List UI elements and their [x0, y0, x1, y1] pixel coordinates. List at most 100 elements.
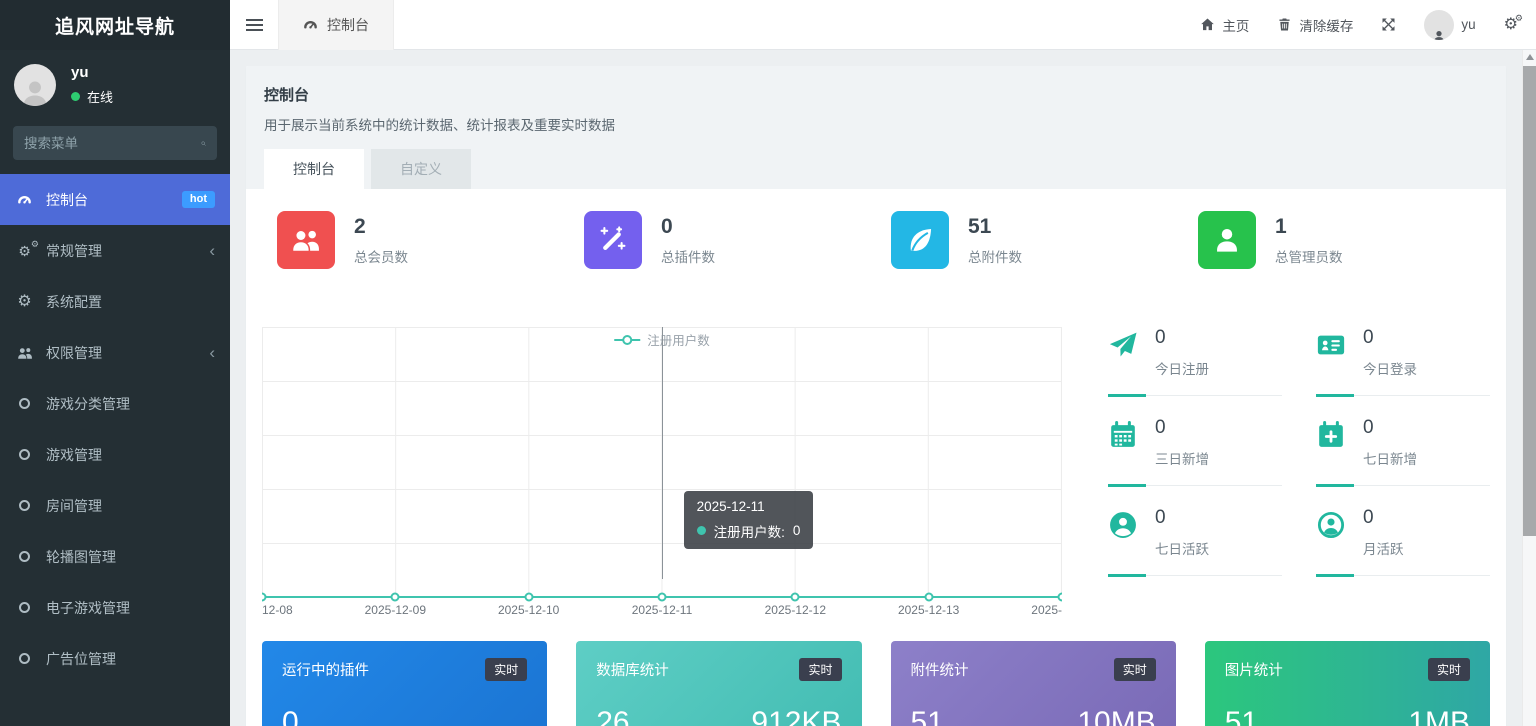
x-tick-label: 2025-12-14	[1031, 603, 1062, 617]
leaf-icon	[891, 211, 949, 269]
stat-label: 总管理员数	[1275, 249, 1343, 265]
user-circle-icon	[1108, 510, 1138, 540]
topbar-tab-label: 控制台	[327, 16, 369, 33]
users-icon	[15, 345, 34, 361]
settings-button[interactable]: ⚙ ⚙	[1504, 13, 1523, 33]
quick-stat-label: 今日注册	[1155, 362, 1209, 377]
realtime-badge: 实时	[799, 658, 842, 681]
dashboard-panel: 控制台 用于展示当前系统中的统计数据、统计报表及重要实时数据 控制台 自定义 2	[246, 66, 1506, 726]
quick-stat-label: 月活跃	[1363, 542, 1404, 557]
chart-point[interactable]	[262, 592, 267, 602]
sidebar-item-label: 轮播图管理	[46, 548, 116, 565]
legend-label: 注册用户数	[647, 334, 710, 348]
sidebar-item-game-category[interactable]: 游戏分类管理	[0, 378, 230, 429]
stat-label: 总插件数	[661, 249, 715, 265]
tooltip-series-label: 注册用户数:	[713, 524, 785, 540]
topbar-tab-dashboard[interactable]: 控制台	[278, 0, 394, 50]
sidebar-search[interactable]	[13, 126, 217, 160]
chart-point[interactable]	[657, 592, 667, 602]
card-size: 1MB	[1408, 706, 1470, 726]
tab-custom[interactable]: 自定义	[371, 149, 471, 189]
sidebar-item-ad-management[interactable]: 广告位管理	[0, 633, 230, 684]
quick-stat-value: 0	[1155, 327, 1166, 348]
id-card-icon	[1316, 330, 1346, 360]
panel-tabs: 控制台 自定义	[264, 149, 1488, 189]
divider	[1108, 574, 1282, 577]
card-count: 26	[596, 706, 630, 726]
topbar-username: yu	[1461, 17, 1476, 32]
search-icon[interactable]	[201, 136, 206, 151]
registered-users-chart: 注册用户数 2025-12-08 20	[262, 327, 1062, 617]
quick-stat-label: 今日登录	[1363, 362, 1417, 377]
panel-body: 2 总会员数 0 总插件数 51 总附件数 1 总管理员数 注册用户数 12-0…	[246, 189, 1506, 726]
chevron-left-icon: ‹	[209, 241, 215, 260]
trash-icon	[1277, 17, 1292, 32]
chart-point[interactable]	[1057, 592, 1062, 602]
stat-total-members: 2 总会员数	[262, 211, 569, 269]
chart-tooltip: 2025-12-11 注册用户数: 0	[683, 490, 814, 549]
quick-stat-month-active: 0 月活跃	[1316, 507, 1490, 597]
home-button[interactable]: 主页	[1200, 15, 1249, 35]
quick-stat-today-logins: 0 今日登录	[1316, 327, 1490, 417]
sidebar-item-egame-management[interactable]: 电子游戏管理	[0, 582, 230, 633]
user-status: 在线	[71, 87, 113, 106]
sidebar: 追风网址导航 yu 在线 控制台 hot ⚙⚙ 常规管理 ‹ ⚙ 系	[0, 0, 230, 726]
stat-value: 0	[661, 214, 673, 238]
scrollbar-thumb[interactable]	[1523, 66, 1536, 536]
user-icon	[1198, 211, 1256, 269]
card-attachment-stats: 附件统计 实时 51 10MB	[890, 641, 1176, 726]
sidebar-user-panel: yu 在线	[0, 50, 230, 116]
sidebar-item-room-management[interactable]: 房间管理	[0, 480, 230, 531]
panel-header: 控制台 用于展示当前系统中的统计数据、统计报表及重要实时数据 控制台 自定义	[246, 66, 1506, 189]
sidebar-item-dashboard[interactable]: 控制台 hot	[0, 174, 230, 225]
card-title: 图片统计	[1224, 663, 1283, 679]
home-label: 主页	[1222, 18, 1250, 34]
chart-point[interactable]	[924, 592, 934, 602]
sidebar-item-label: 游戏分类管理	[46, 395, 130, 412]
person-icon	[1432, 29, 1447, 40]
chart-point[interactable]	[790, 592, 800, 602]
clear-cache-button[interactable]: 清除缓存	[1277, 15, 1353, 35]
card-running-plugins: 运行中的插件 实时 0	[262, 641, 548, 726]
x-tick-label: 2025-12-12	[764, 603, 827, 617]
sidebar-toggle-button[interactable]	[230, 0, 278, 50]
chart-point[interactable]	[390, 592, 400, 602]
sidebar-item-game-management[interactable]: 游戏管理	[0, 429, 230, 480]
users-icon	[277, 211, 335, 269]
chart-point[interactable]	[524, 592, 534, 602]
quick-stat-value: 0	[1363, 507, 1374, 528]
user-avatar	[14, 64, 56, 106]
user-menu[interactable]: yu	[1424, 9, 1476, 40]
card-size: 912KB	[751, 706, 842, 726]
stat-value: 2	[354, 214, 366, 238]
card-title: 运行中的插件	[282, 663, 369, 679]
sidebar-item-permissions[interactable]: 权限管理 ‹	[0, 327, 230, 378]
tab-dashboard[interactable]: 控制台	[264, 149, 364, 189]
sidebar-item-label: 广告位管理	[46, 650, 116, 667]
chart-series-line	[262, 592, 1062, 602]
user-status-label: 在线	[87, 90, 114, 105]
page-title: 控制台	[264, 87, 310, 104]
x-tick-label: 2025-12-10	[497, 603, 560, 617]
divider	[1316, 394, 1490, 397]
stat-cards-row: 2 总会员数 0 总插件数 51 总附件数 1 总管理员数	[262, 211, 1490, 269]
sidebar-item-carousel-management[interactable]: 轮播图管理	[0, 531, 230, 582]
middle-row: 注册用户数 2025-12-08 20	[262, 327, 1490, 617]
stat-total-plugins: 0 总插件数	[569, 211, 876, 269]
sidebar-item-general-management[interactable]: ⚙ ⚙ 常规管理 ‹	[0, 225, 230, 276]
topbar: 控制台 主页 清除缓存 yu ⚙ ⚙	[230, 0, 1536, 50]
scroll-up-arrow-icon[interactable]	[1526, 54, 1534, 60]
fullscreen-button[interactable]	[1381, 17, 1396, 32]
calendar-plus-icon	[1316, 420, 1346, 450]
tooltip-value: 0	[792, 523, 801, 539]
legend-marker-icon	[614, 338, 641, 341]
card-image-stats: 图片统计 实时 51 1MB	[1204, 641, 1490, 726]
circle-o-icon	[15, 398, 34, 409]
x-tick-label: 2025-12-13	[897, 603, 960, 617]
sidebar-menu: 控制台 hot ⚙ ⚙ 常规管理 ‹ ⚙ 系统配置 权限管理 ‹ 游戏分类管理 游…	[0, 174, 230, 726]
search-input[interactable]	[24, 135, 201, 151]
vertical-scrollbar[interactable]	[1522, 50, 1536, 726]
divider	[1316, 574, 1490, 577]
gear-icon: ⚙	[17, 292, 32, 310]
sidebar-item-system-config[interactable]: ⚙ 系统配置	[0, 276, 230, 327]
